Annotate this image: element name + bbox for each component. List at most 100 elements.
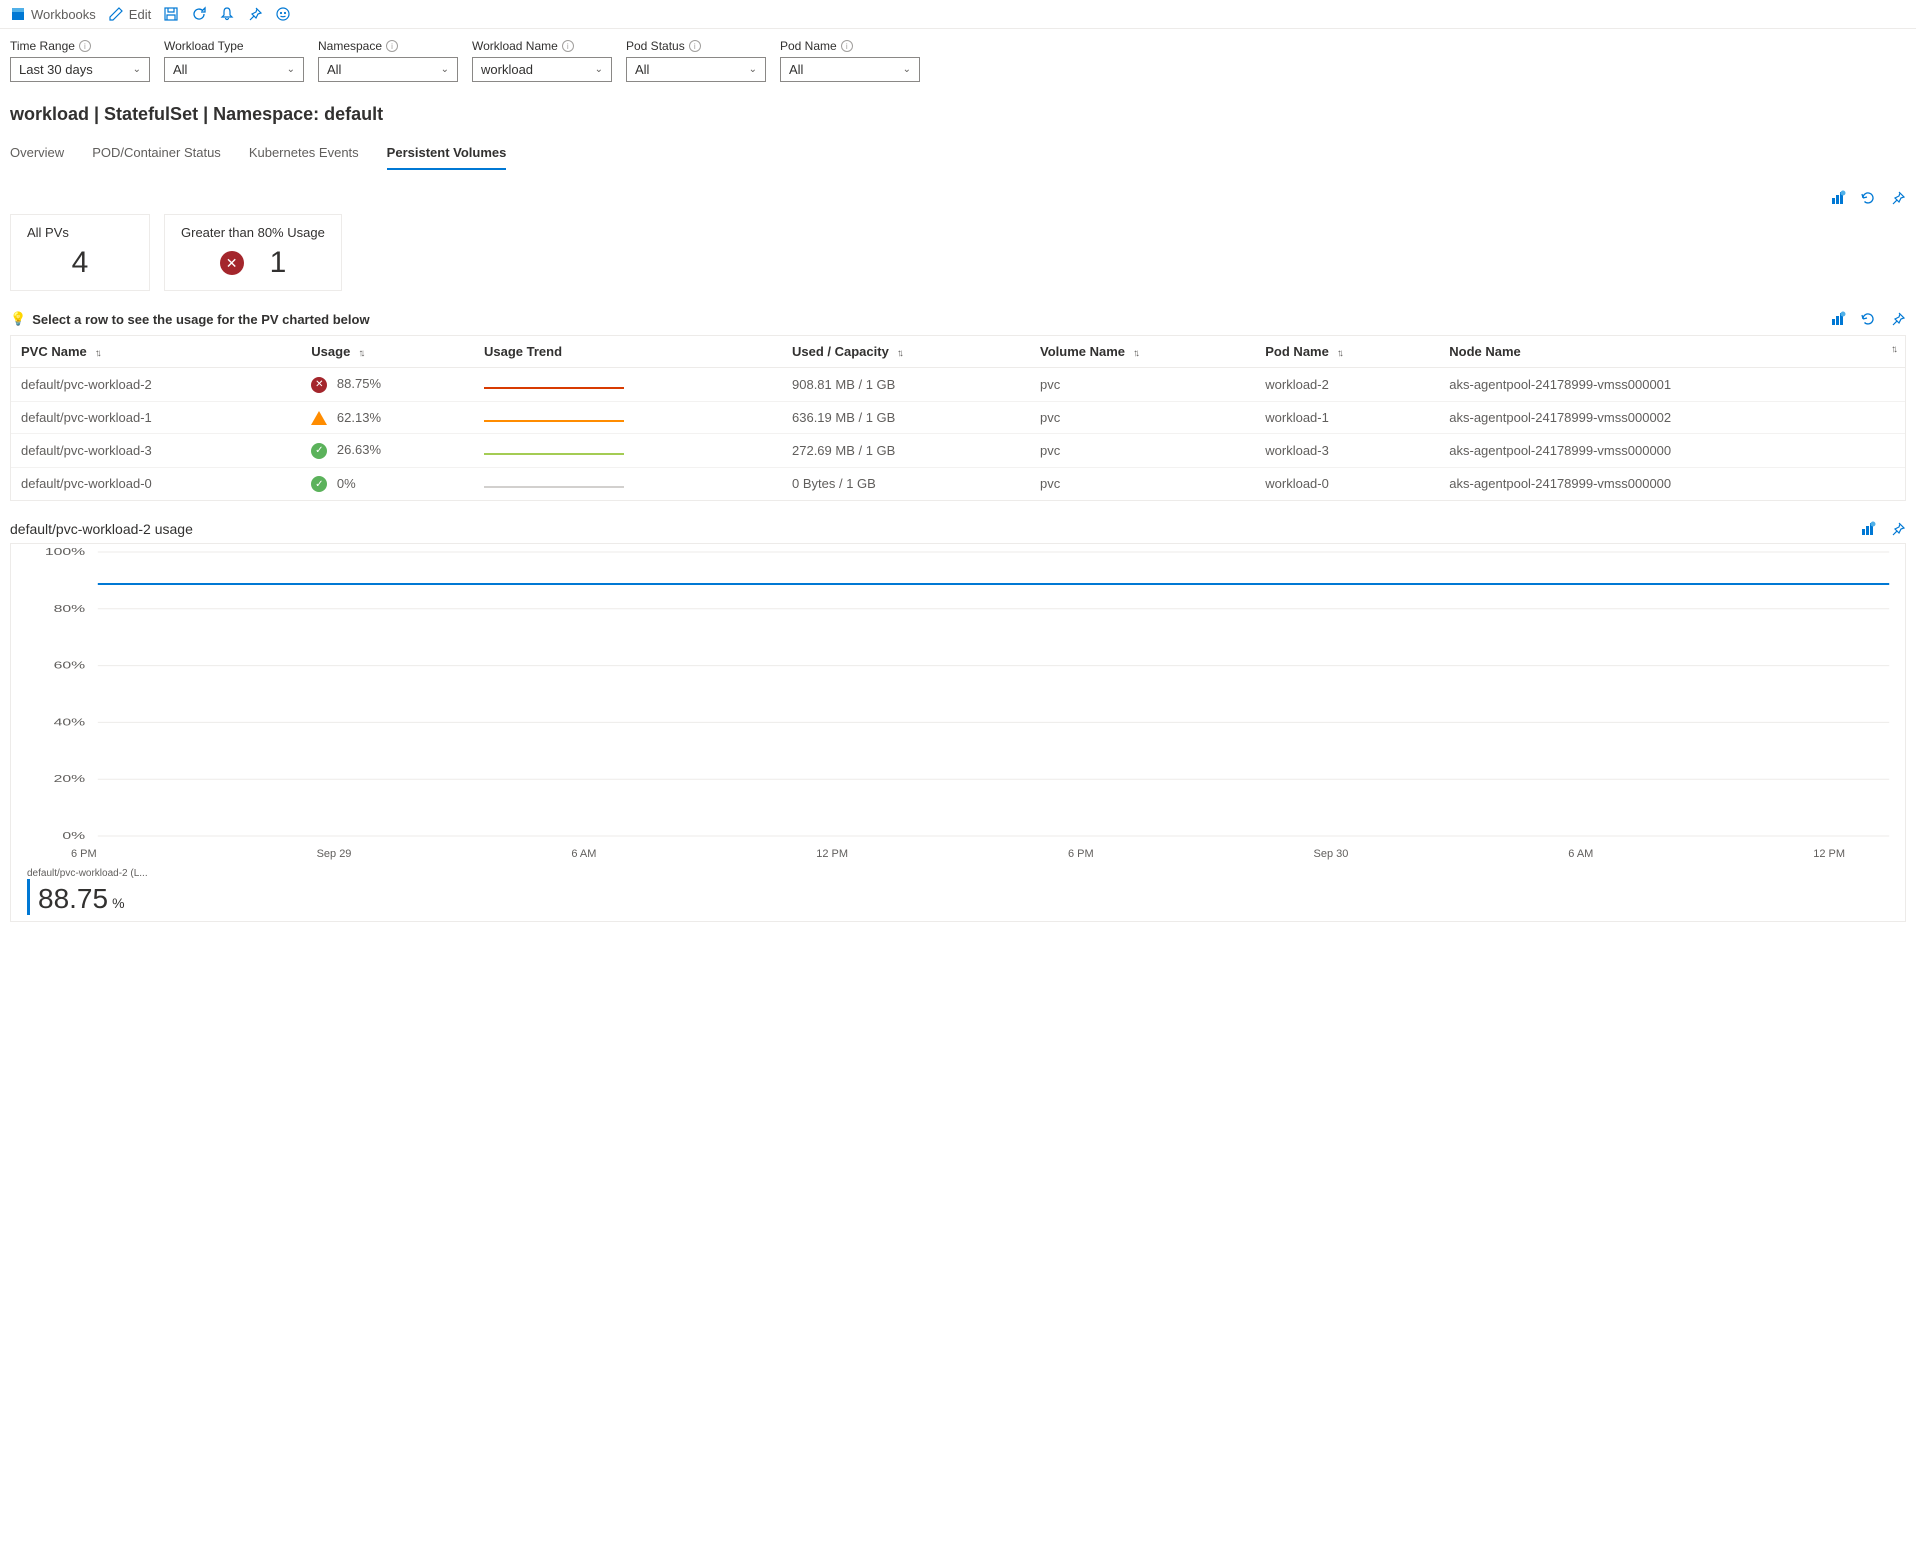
table-row[interactable]: default/pvc-workload-1 62.13%636.19 MB /… [11, 401, 1905, 434]
warning-icon [311, 411, 327, 425]
log-analytics-icon[interactable] [1830, 190, 1846, 206]
svg-text:40%: 40% [54, 717, 86, 728]
svg-text:80%: 80% [54, 603, 86, 614]
sort-icon: ↑↓ [897, 348, 901, 359]
error-icon: ✕ [220, 251, 244, 275]
tab-pod-container[interactable]: POD/Container Status [92, 137, 221, 170]
filter-label: Pod Namei [780, 39, 920, 53]
trend-line [484, 387, 624, 389]
col-usage[interactable]: Usage↑↓ [301, 336, 474, 368]
cell-volume: pvc [1030, 434, 1255, 468]
info-icon: i [386, 40, 398, 52]
save-icon[interactable] [163, 6, 179, 22]
filter-pod-name: Pod Namei All⌄ [780, 39, 920, 82]
filter-pod-status: Pod Statusi All⌄ [626, 39, 766, 82]
legend-unit: % [112, 895, 124, 915]
col-pod[interactable]: Pod Name↑↓ [1255, 336, 1439, 368]
col-volume[interactable]: Volume Name↑↓ [1030, 336, 1255, 368]
svg-text:20%: 20% [54, 773, 86, 784]
cell-used: 908.81 MB / 1 GB [782, 368, 1030, 402]
select-workload-name[interactable]: workload⌄ [472, 57, 612, 82]
card-all-pvs[interactable]: All PVs 4 [10, 214, 150, 291]
card-action-row [0, 190, 1916, 214]
table-row[interactable]: default/pvc-workload-2✕ 88.75%908.81 MB … [11, 368, 1905, 402]
pin-icon[interactable] [1890, 311, 1906, 327]
refresh-icon[interactable] [191, 6, 207, 22]
cell-pod: workload-0 [1255, 467, 1439, 500]
col-trend[interactable]: Usage Trend [474, 336, 782, 368]
cell-volume: pvc [1030, 467, 1255, 500]
cell-trend [474, 368, 782, 402]
chevron-down-icon: ⌄ [287, 64, 295, 75]
feedback-icon[interactable] [275, 6, 291, 22]
edit-button[interactable]: Edit [108, 6, 151, 22]
filter-label: Pod Statusi [626, 39, 766, 53]
success-icon: ✓ [311, 476, 327, 492]
filter-time-range: Time Rangei Last 30 days⌄ [10, 39, 150, 82]
cell-used: 0 Bytes / 1 GB [782, 467, 1030, 500]
sort-icon: ↑↓ [1133, 348, 1137, 359]
col-used-capacity[interactable]: Used / Capacity↑↓ [782, 336, 1030, 368]
undo-icon[interactable] [1860, 311, 1876, 327]
card-gt-80[interactable]: Greater than 80% Usage ✕ 1 [164, 214, 342, 291]
pin-icon[interactable] [247, 6, 263, 22]
col-pvc-name[interactable]: PVC Name↑↓ [11, 336, 301, 368]
cell-trend [474, 401, 782, 434]
alert-icon[interactable] [219, 6, 235, 22]
undo-icon[interactable] [1860, 190, 1876, 206]
trend-line [484, 453, 624, 455]
table-row[interactable]: default/pvc-workload-3✓ 26.63%272.69 MB … [11, 434, 1905, 468]
workbooks-link[interactable]: Workbooks [10, 6, 96, 22]
chart-container: 100%80%60%40%20%0% 6 PMSep 296 AM12 PM6 … [10, 543, 1906, 922]
cell-node: aks-agentpool-24178999-vmss000000 [1439, 434, 1905, 468]
log-analytics-icon[interactable] [1860, 521, 1876, 537]
bulb-icon: 💡 [10, 311, 26, 327]
cell-pvc: default/pvc-workload-2 [11, 368, 301, 402]
cell-pvc: default/pvc-workload-3 [11, 434, 301, 468]
trend-line [484, 486, 624, 488]
select-pod-status[interactable]: All⌄ [626, 57, 766, 82]
cell-trend [474, 434, 782, 468]
chevron-down-icon: ⌄ [133, 64, 141, 75]
col-node[interactable]: Node Name↑↓ [1439, 336, 1905, 368]
x-axis-labels: 6 PMSep 296 AM12 PM6 PMSep 306 AM12 PM [11, 844, 1905, 862]
select-time-range[interactable]: Last 30 days⌄ [10, 57, 150, 82]
pin-icon[interactable] [1890, 190, 1906, 206]
pin-icon[interactable] [1890, 521, 1906, 537]
sort-icon: ↑↓ [358, 348, 362, 359]
log-analytics-icon[interactable] [1830, 311, 1846, 327]
select-workload-type[interactable]: All⌄ [164, 57, 304, 82]
line-chart: 100%80%60%40%20%0% [11, 544, 1905, 844]
legend-series-name: default/pvc-workload-2 (L... [27, 868, 1889, 879]
cell-trend [474, 467, 782, 500]
chevron-down-icon: ⌄ [441, 64, 449, 75]
info-icon: i [79, 40, 91, 52]
trend-line [484, 420, 624, 422]
svg-text:60%: 60% [54, 660, 86, 671]
tab-overview[interactable]: Overview [10, 137, 64, 170]
cell-pvc: default/pvc-workload-0 [11, 467, 301, 500]
sort-icon: ↑↓ [95, 348, 99, 359]
top-toolbar: Workbooks Edit [0, 0, 1916, 29]
workbooks-icon [10, 6, 26, 22]
card-label: All PVs [27, 225, 133, 240]
filter-label: Time Rangei [10, 39, 150, 53]
cell-node: aks-agentpool-24178999-vmss000000 [1439, 467, 1905, 500]
table-row[interactable]: default/pvc-workload-0✓ 0%0 Bytes / 1 GB… [11, 467, 1905, 500]
chart-actions [1860, 521, 1906, 537]
cell-pod: workload-2 [1255, 368, 1439, 402]
chevron-down-icon: ⌄ [595, 64, 603, 75]
select-namespace[interactable]: All⌄ [318, 57, 458, 82]
tabs: Overview POD/Container Status Kubernetes… [0, 137, 1916, 170]
svg-text:0%: 0% [62, 830, 85, 841]
cell-pod: workload-1 [1255, 401, 1439, 434]
tab-persistent-volumes[interactable]: Persistent Volumes [387, 137, 507, 170]
tab-k8s-events[interactable]: Kubernetes Events [249, 137, 359, 170]
chart-legend: default/pvc-workload-2 (L... 88.75 % [11, 862, 1905, 921]
page-title: workload | StatefulSet | Namespace: defa… [0, 92, 1916, 137]
select-pod-name[interactable]: All⌄ [780, 57, 920, 82]
success-icon: ✓ [311, 443, 327, 459]
cell-volume: pvc [1030, 401, 1255, 434]
filter-workload-type: Workload Type All⌄ [164, 39, 304, 82]
pv-table: PVC Name↑↓ Usage↑↓ Usage Trend Used / Ca… [10, 335, 1906, 501]
